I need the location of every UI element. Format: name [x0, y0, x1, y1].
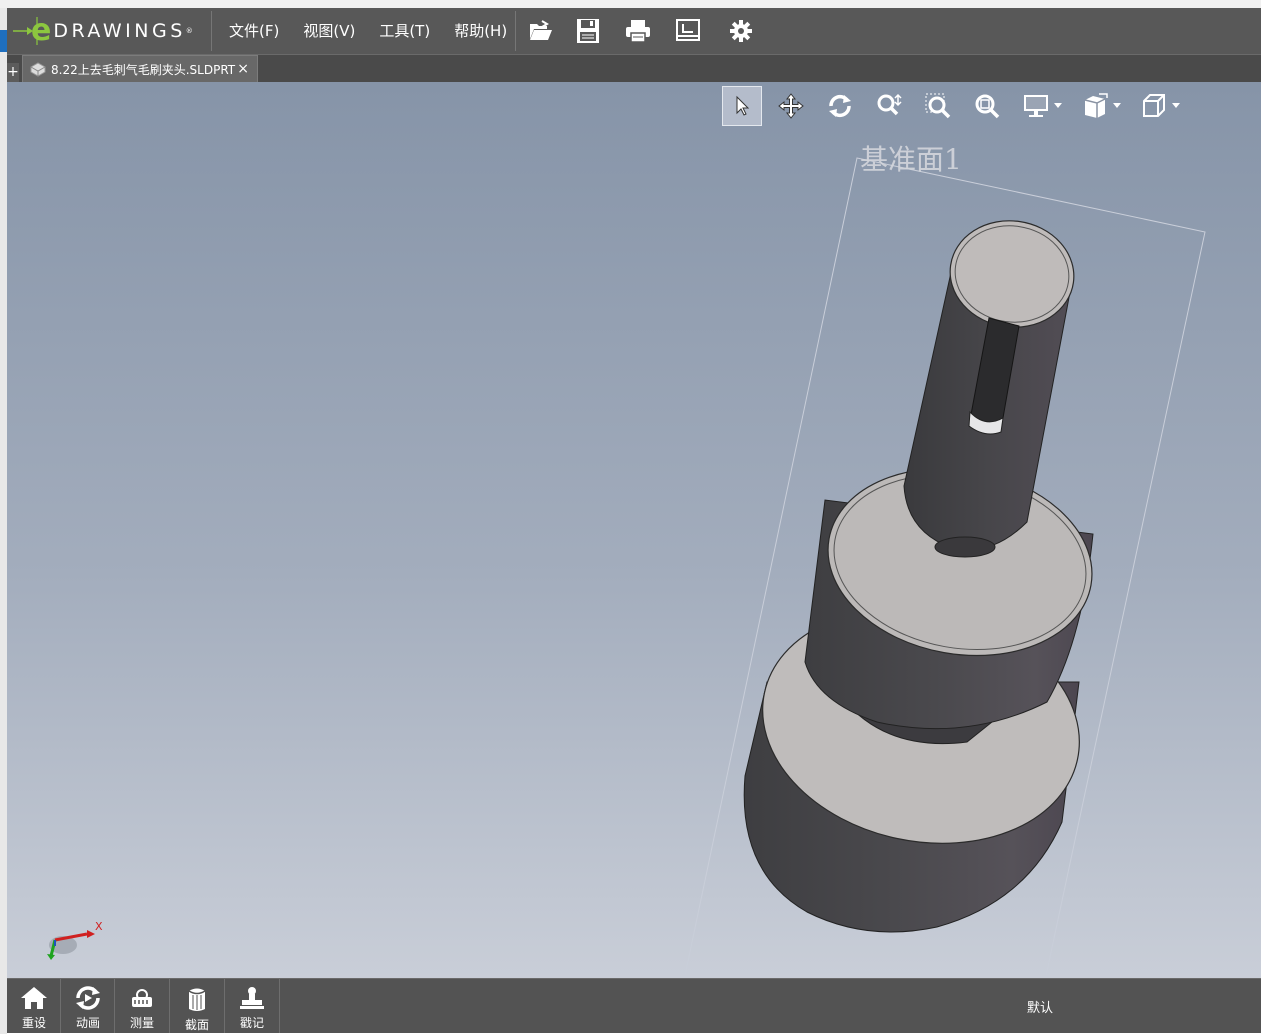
section-button[interactable]: 截面 [170, 979, 224, 1033]
host-window-strip [0, 0, 1261, 8]
save-icon[interactable] [574, 17, 602, 45]
zoom-to-area-icon[interactable] [918, 86, 958, 126]
settings-icon[interactable] [727, 17, 755, 45]
menu-bar: 文件(F) 视图(V) 工具(T) 帮助(H) [217, 8, 519, 54]
print-icon[interactable] [624, 17, 652, 45]
bottom-toolbar: 重设 动画 测量 截面 戳记 默认 [7, 978, 1261, 1033]
edrawings-logo: e DRAWINGS ® [11, 12, 207, 50]
coordinate-triad: X [45, 920, 105, 966]
standard-views-icon[interactable] [1134, 86, 1174, 126]
logo-letter: e [31, 13, 52, 48]
stamp-icon [240, 987, 264, 1009]
logo-text: DRAWINGS [53, 20, 186, 42]
home-icon [21, 987, 47, 1009]
view-orientation-icon[interactable] [1075, 86, 1115, 126]
open-icon[interactable] [527, 17, 555, 45]
view-orientation-dropdown-icon[interactable] [1112, 86, 1122, 126]
measure-button[interactable]: 测量 [115, 979, 169, 1033]
zoom-to-fit-icon[interactable] [967, 86, 1007, 126]
document-tab-bar: + 8.22上去毛刺气毛刷夹头.SLDPRT × [7, 55, 1261, 82]
close-tab-icon[interactable]: × [237, 61, 249, 77]
page-setup-icon[interactable] [674, 17, 702, 45]
section-icon [188, 988, 206, 1011]
menu-help[interactable]: 帮助(H) [442, 8, 519, 54]
section-label: 截面 [184, 1018, 209, 1032]
new-tab-button[interactable]: + [7, 63, 19, 82]
reset-button[interactable]: 重设 [7, 979, 61, 1033]
edrawings-window: e DRAWINGS ® 文件(F) 视图(V) 工具(T) 帮助(H) + 8… [7, 8, 1261, 1033]
display-style-dropdown-icon[interactable] [1053, 86, 1063, 126]
animate-icon [76, 986, 100, 1010]
part-model [683, 157, 1206, 978]
display-style-icon[interactable] [1016, 86, 1056, 126]
rotate-icon[interactable] [820, 86, 860, 126]
standard-views-dropdown-icon[interactable] [1171, 86, 1181, 126]
configuration-label[interactable]: 默认 [1027, 997, 1053, 1016]
markup-label: 戳记 [239, 1016, 264, 1030]
measure-label: 测量 [129, 1016, 154, 1030]
top-toolbar: e DRAWINGS ® 文件(F) 视图(V) 工具(T) 帮助(H) [7, 8, 1261, 55]
animate-label: 动画 [75, 1016, 100, 1030]
heads-up-toolbar [722, 86, 1193, 126]
select-icon[interactable] [722, 86, 762, 126]
plane-label: 基准面1 [860, 143, 962, 176]
reset-label: 重设 [21, 1016, 46, 1030]
measure-icon [132, 989, 152, 1007]
menu-tools[interactable]: 工具(T) [367, 8, 442, 54]
menu-view[interactable]: 视图(V) [291, 8, 367, 54]
host-window-edge [0, 8, 7, 1034]
document-tab-title: 8.22上去毛刺气毛刷夹头.SLDPRT [51, 62, 236, 77]
pan-icon[interactable] [771, 86, 811, 126]
menu-file[interactable]: 文件(F) [217, 8, 291, 54]
document-tab[interactable]: 8.22上去毛刺气毛刷夹头.SLDPRT × [22, 55, 258, 82]
triad-x-label: X [95, 922, 103, 933]
part-file-icon [30, 62, 46, 77]
3d-viewport[interactable]: 基准面1 X [7, 82, 1261, 978]
zoom-icon[interactable] [869, 86, 909, 126]
markup-button[interactable]: 戳记 [225, 979, 279, 1033]
animate-button[interactable]: 动画 [61, 979, 115, 1033]
